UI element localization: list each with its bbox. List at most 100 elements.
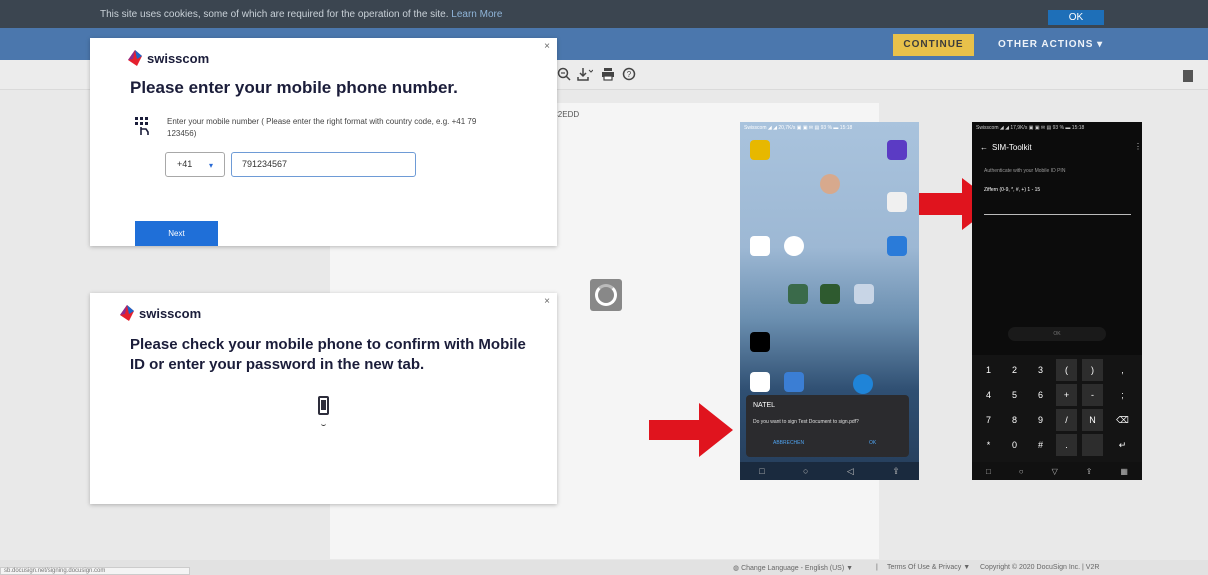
key-semicolon: ;	[1121, 390, 1124, 400]
download-icon[interactable]	[577, 67, 594, 84]
key-hash: #	[1037, 440, 1043, 450]
chrome-icon	[784, 236, 804, 256]
ebay-icon	[750, 372, 770, 392]
cookie-banner: This site uses cookies, some of which ar…	[0, 0, 1208, 28]
key-comma: ,	[1121, 365, 1124, 375]
print-icon[interactable]	[601, 67, 615, 84]
close-icon[interactable]: ×	[544, 41, 550, 52]
key-plus: +	[1056, 384, 1077, 406]
svg-text:?: ?	[627, 70, 632, 79]
key-0: 0	[1011, 440, 1017, 450]
pin-prompt: Authenticate with your Mobile ID PIN	[984, 168, 1066, 174]
cookie-text: This site uses cookies, some of which ar…	[100, 9, 503, 20]
arrow-right-icon	[649, 403, 733, 457]
swisscom-logo-icon	[128, 50, 142, 66]
notification-message: Do you want to sign Test Document to sig…	[753, 419, 859, 425]
phone-nav-bar: □ ○ ◁ ⇪	[740, 462, 919, 480]
phone-number-input[interactable]: 791234567	[231, 152, 416, 177]
phone-sim-toolkit-screenshot: Swisscom ◢ ◢ 17,9K/s ▣ ▣ ✉ ▤ 93 % ▬ 15:1…	[972, 122, 1142, 480]
home-icon: ○	[803, 466, 809, 476]
mobile-number-dialog: × swisscom Please enter your mobile phon…	[90, 38, 557, 246]
key-7: 7	[985, 415, 991, 425]
zoom-icon[interactable]	[557, 67, 571, 84]
loading-spinner-icon	[590, 279, 622, 311]
key-open-paren: (	[1056, 359, 1077, 381]
browser-status-url: sb.docusign.net/signing.docusign.com	[0, 567, 190, 575]
recent-apps-icon: □	[985, 466, 991, 476]
learn-more-link[interactable]: Learn More	[451, 9, 502, 20]
key-close-paren: )	[1082, 359, 1103, 381]
home-icon: ○	[1018, 466, 1024, 476]
dialog-title: Please check your mobile phone to confir…	[130, 336, 526, 373]
swisscom-logo: swisscom	[128, 50, 209, 66]
key-star: *	[986, 440, 991, 450]
key-9: 9	[1037, 415, 1043, 425]
key-6: 6	[1037, 390, 1043, 400]
app-icon	[750, 140, 770, 160]
backspace-icon: ⌫	[1116, 415, 1129, 425]
change-language-link[interactable]: ◍ Change Language - English (US) ▼	[733, 564, 853, 572]
key-1: 1	[985, 365, 991, 375]
home-app-icon	[750, 236, 770, 256]
qr-app-icon	[887, 192, 907, 212]
key-8: 8	[1011, 415, 1017, 425]
app-icon	[788, 284, 808, 304]
terms-link[interactable]: Terms Of Use & Privacy ▼	[887, 564, 970, 571]
swisscom-wordmark: swisscom	[147, 50, 210, 66]
dialog-title: Please enter your mobile phone number.	[130, 78, 458, 97]
chevron-down-icon: ▾	[209, 161, 214, 170]
swisscom-logo: swisscom	[120, 305, 201, 321]
copyright-text: Copyright © 2020 DocuSign Inc. | V2R	[980, 564, 1100, 571]
close-icon[interactable]: ×	[544, 296, 550, 307]
next-button[interactable]: Next	[135, 221, 218, 246]
keypad-touch-icon	[134, 116, 154, 136]
swisscom-wordmark: swisscom	[139, 305, 202, 321]
country-code-select[interactable]: +41 ▾	[165, 152, 225, 177]
footer-separator: |	[876, 564, 878, 571]
notification-shade-icon: ⇪	[1085, 466, 1093, 476]
messages-icon	[853, 374, 873, 394]
swisscom-logo-icon	[120, 305, 134, 321]
phone-format-hint: Enter your mobile number ( Please enter …	[167, 117, 477, 138]
notification-title: NATEL	[753, 402, 776, 409]
sim-notification: NATEL Do you want to sign Test Document …	[746, 395, 909, 457]
key-5: 5	[1011, 390, 1017, 400]
phone-homescreen-screenshot: Swisscom ◢ ◢ 20,7K/s ▣ ▣ ✉ ▤ 93 % ▬ 15:1…	[740, 122, 919, 480]
continue-button[interactable]: CONTINUE	[893, 34, 974, 56]
key-slash: /	[1056, 409, 1077, 431]
sim-toolkit-title: SIM-Toolkit	[992, 143, 1032, 152]
mobile-id-confirm-dialog: × swisscom Please check your mobile phon…	[90, 293, 557, 504]
notification-cancel-button[interactable]: ABBRECHEN	[773, 440, 804, 446]
key-dot: .	[1056, 434, 1077, 456]
document-icon[interactable]	[1183, 70, 1193, 82]
key-blank	[1082, 434, 1103, 456]
enter-icon: ↵	[1118, 440, 1127, 450]
country-code-value: +41	[177, 159, 193, 169]
key-2: 2	[1011, 365, 1017, 375]
app-icon	[820, 284, 840, 304]
key-n: N	[1082, 409, 1103, 431]
help-icon[interactable]: ?	[622, 67, 636, 84]
mobile-phone-icon	[318, 396, 329, 415]
keyboard-icon: ▦	[1120, 466, 1128, 476]
key-4: 4	[985, 390, 991, 400]
phone-nav-bar: □ ○ ▽ ⇪ ▦	[972, 462, 1142, 480]
key-3: 3	[1037, 365, 1043, 375]
pin-field-underline	[984, 214, 1131, 215]
app-icon	[750, 332, 770, 352]
overflow-menu-icon: ⋮	[1134, 142, 1142, 151]
back-arrow-icon: ←	[980, 143, 988, 152]
phone-status-bar: Swisscom ◢ ◢ 20,7K/s ▣ ▣ ✉ ▤ 93 % ▬ 15:1…	[744, 125, 853, 131]
app-icon	[820, 174, 840, 194]
key-minus: -	[1082, 384, 1103, 406]
sim-ok-button: OK	[1008, 327, 1106, 341]
back-icon: ◁	[846, 465, 854, 476]
cookie-ok-button[interactable]: OK	[1048, 10, 1104, 25]
recent-apps-icon: □	[759, 466, 765, 476]
notification-shade-icon: ⇪	[892, 465, 900, 476]
other-actions-menu[interactable]: OTHER ACTIONS ▾	[998, 39, 1103, 50]
app-icon	[887, 236, 907, 256]
back-icon: ▽	[1051, 466, 1058, 476]
notification-ok-button[interactable]: OK	[869, 440, 876, 446]
app-icon	[784, 372, 804, 392]
